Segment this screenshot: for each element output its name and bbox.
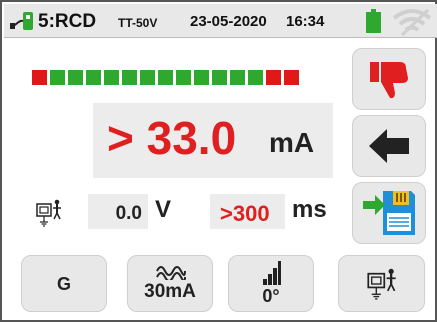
instrument-screen: 5:RCD TT-50V 23-05-2020 16:34 > 33.0 mA [0,0,437,322]
waveform-icon [156,266,186,280]
voltage-value: 0.0 [115,203,142,224]
progress-segment [158,70,173,85]
battery-icon [366,9,381,33]
earth-setting-button[interactable] [338,255,425,312]
phase-steps-icon [263,261,281,285]
system-label: TT-50V [118,16,158,30]
earth-probe-icon [367,268,396,300]
progress-segment [248,70,263,85]
back-button[interactable] [352,115,426,177]
status-header: 5:RCD TT-50V 23-05-2020 16:34 [4,4,437,38]
progress-segment [266,70,281,85]
progress-segment [104,70,119,85]
result-button[interactable] [352,48,426,110]
back-arrow-icon [369,129,409,163]
phase-angle-button[interactable]: 0° [228,255,314,312]
progress-segment [212,70,227,85]
progress-segment [230,70,245,85]
function-label: 5:RCD [38,11,97,32]
progress-segment [122,70,137,85]
save-button[interactable] [352,182,426,244]
save-icon [363,191,415,235]
voltage-display: 0.0 [88,194,148,229]
time-label: 16:34 [286,13,325,30]
progress-segment [194,70,209,85]
thumbs-down-icon [370,62,408,99]
date-label: 23-05-2020 [190,13,267,30]
voltage-unit: V [155,196,172,223]
plug-icon [10,12,33,30]
trip-time-unit: ms [292,196,327,223]
rated-current-label: 30mA [144,281,196,302]
progress-segment [140,70,155,85]
rcd-progress-bar [32,70,299,85]
current-value: > 33.0 [107,112,237,164]
progress-segment [176,70,191,85]
measurement-area: > 33.0 mA 0.0 V >300 ms [12,48,342,246]
progress-segment [32,70,47,85]
progress-segment [86,70,101,85]
current-unit: mA [269,127,315,158]
mode-g-button[interactable]: G [21,255,107,312]
trip-time-value: >300 [220,201,270,226]
mode-g-label: G [56,274,71,294]
wifi-off-icon [392,8,432,36]
phase-angle-label: 0° [262,286,280,306]
progress-segment [284,70,299,85]
current-display: > 33.0 mA [93,103,333,178]
progress-segment [68,70,83,85]
trip-time-display: >300 [210,194,285,229]
rated-current-button[interactable]: 30mA [127,255,213,312]
progress-segment [50,70,65,85]
earth-probe-icon [36,199,61,227]
